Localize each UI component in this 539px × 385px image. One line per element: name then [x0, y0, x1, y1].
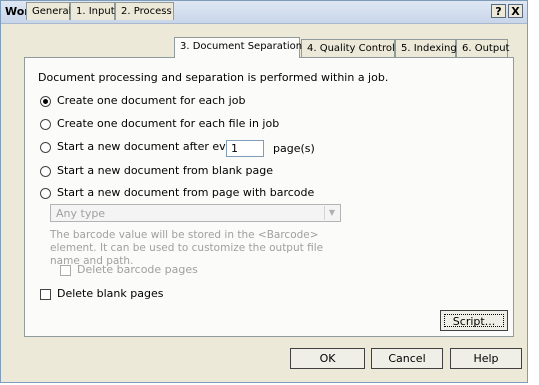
barcode-type-select[interactable]: Any type ▼ [50, 204, 341, 222]
radio-button[interactable] [40, 166, 51, 177]
tab-indexing[interactable]: 5. Indexing [395, 39, 457, 57]
radio-button[interactable] [40, 96, 51, 107]
page-count-input[interactable]: 1 [226, 140, 264, 157]
tab-output[interactable]: 6. Output [456, 39, 509, 57]
tab-quality-control[interactable]: 4. Quality Control [301, 39, 395, 57]
radio-label[interactable]: Start a new document from blank page [57, 164, 273, 177]
checkbox[interactable] [40, 289, 51, 300]
help-button[interactable]: Help [450, 348, 522, 369]
tab-general[interactable]: General [26, 2, 71, 20]
checkbox-label[interactable]: Delete blank pages [57, 287, 163, 300]
radio-label[interactable]: Create one document for each job [57, 94, 245, 107]
cancel-button[interactable]: Cancel [371, 348, 443, 369]
radio-label[interactable]: Create one document for each file in job [57, 117, 279, 130]
chevron-down-icon[interactable]: ▼ [324, 206, 339, 220]
tab-document-separation[interactable]: 3. Document Separation [174, 37, 302, 58]
barcode-type-value: Any type [56, 207, 106, 220]
tab-input[interactable]: 1. Input [70, 2, 115, 20]
radio-button[interactable] [40, 142, 51, 153]
radio-selected-dot [43, 99, 48, 104]
script-button[interactable]: Script... [440, 310, 508, 331]
intro-text: Document processing and separation is pe… [38, 71, 389, 84]
pages-suffix-label: page(s) [273, 142, 315, 155]
checkbox-label[interactable]: Delete barcode pages [77, 263, 198, 276]
radio-label[interactable]: Start a new document after every [57, 140, 243, 153]
ok-button[interactable]: OK [290, 348, 365, 369]
radio-button[interactable] [40, 188, 51, 199]
help-title-button[interactable]: ? [491, 4, 506, 18]
script-button-label: Script... [444, 314, 504, 328]
radio-button[interactable] [40, 119, 51, 130]
radio-label[interactable]: Start a new document from page with barc… [57, 186, 314, 199]
close-button[interactable]: X [508, 4, 523, 18]
tab-process[interactable]: 2. Process [115, 2, 174, 20]
checkbox[interactable] [60, 265, 71, 276]
tab-panel-document-separation: Document processing and separation is pe… [24, 57, 514, 337]
